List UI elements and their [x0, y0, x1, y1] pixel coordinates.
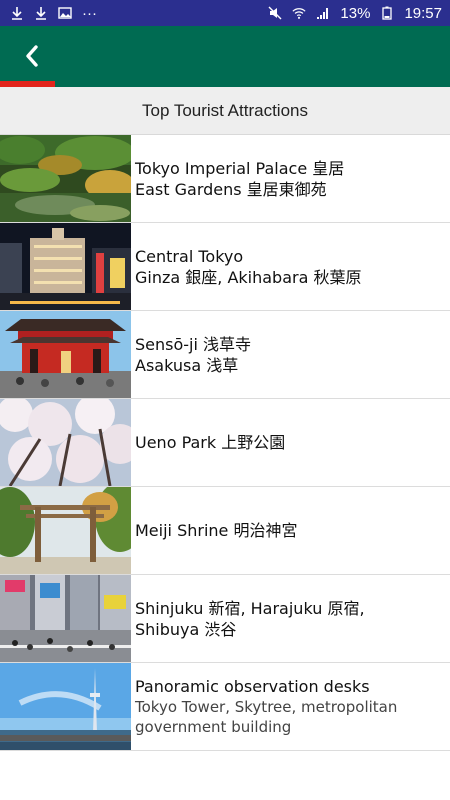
wifi-icon: [292, 6, 306, 20]
app-bar: [0, 26, 450, 87]
ueno-park-photo: [0, 399, 131, 486]
item-title: Tokyo Imperial Palace 皇居: [135, 158, 345, 178]
item-title: Ueno Park 上野公園: [135, 433, 286, 452]
battery-icon: [380, 6, 394, 20]
more-notifications-icon: ···: [82, 4, 97, 22]
skytree-photo: [0, 663, 131, 750]
status-bar: ··· 13% 19:57: [0, 0, 450, 26]
item-title: Shinjuku 新宿, Harajuku 原宿,: [135, 598, 365, 618]
chevron-left-icon: [26, 45, 38, 67]
item-subtitle: Ginza 銀座, Akihabara 秋葉原: [135, 267, 362, 287]
item-text: Tokyo Imperial Palace 皇居 East Gardens 皇居…: [131, 135, 344, 222]
image-icon: [58, 6, 72, 20]
list-item-central-tokyo[interactable]: Central Tokyo Ginza 銀座, Akihabara 秋葉原: [0, 223, 450, 311]
item-subtitle: Asakusa 浅草: [135, 355, 239, 375]
item-text: Shinjuku 新宿, Harajuku 原宿, Shibuya 渋谷: [131, 575, 365, 662]
meiji-shrine-photo: [0, 487, 131, 574]
shibuya-photo: [0, 575, 131, 662]
status-left: ···: [10, 5, 97, 22]
clock: 19:57: [404, 4, 442, 22]
back-button[interactable]: [12, 38, 52, 74]
list-item-imperial-palace[interactable]: Tokyo Imperial Palace 皇居 East Gardens 皇居…: [0, 135, 450, 223]
item-text: Sensō-ji 浅草寺 Asakusa 浅草: [131, 311, 251, 398]
download-icon: [34, 6, 48, 20]
signal-icon: [316, 6, 330, 20]
item-text: Panoramic observation desks Tokyo Tower,…: [131, 663, 450, 750]
item-text: Ueno Park 上野公園: [131, 399, 285, 486]
item-title: Central Tokyo: [135, 246, 244, 266]
list-item-observation-desks[interactable]: Panoramic observation desks Tokyo Tower,…: [0, 663, 450, 751]
page-title: Top Tourist Attractions: [142, 100, 308, 120]
download-icon: [10, 6, 24, 20]
central-tokyo-photo: [0, 223, 131, 310]
item-title: Sensō-ji 浅草寺: [135, 334, 252, 354]
page-title-bar: Top Tourist Attractions: [0, 87, 450, 135]
item-title: Meiji Shrine 明治神宮: [135, 521, 298, 540]
sensoji-photo: [0, 311, 131, 398]
item-subtitle: East Gardens 皇居東御苑: [135, 179, 327, 199]
item-text: Meiji Shrine 明治神宮: [131, 487, 297, 574]
mute-icon: [268, 6, 282, 20]
battery-percent: 13%: [340, 4, 371, 22]
imperial-palace-photo: [0, 135, 131, 222]
item-subtitle: Shibuya 渋谷: [135, 619, 237, 639]
status-right: 13% 19:57: [268, 5, 442, 22]
list-item-meiji-shrine[interactable]: Meiji Shrine 明治神宮: [0, 487, 450, 575]
item-subtitle: Tokyo Tower, Skytree, metropolitan gover…: [135, 698, 398, 736]
list-item-sensoji[interactable]: Sensō-ji 浅草寺 Asakusa 浅草: [0, 311, 450, 399]
item-text: Central Tokyo Ginza 銀座, Akihabara 秋葉原: [131, 223, 361, 310]
attractions-list: Tokyo Imperial Palace 皇居 East Gardens 皇居…: [0, 135, 450, 751]
item-title: Panoramic observation desks: [135, 677, 370, 696]
list-item-ueno-park[interactable]: Ueno Park 上野公園: [0, 399, 450, 487]
list-item-shinjuku[interactable]: Shinjuku 新宿, Harajuku 原宿, Shibuya 渋谷: [0, 575, 450, 663]
